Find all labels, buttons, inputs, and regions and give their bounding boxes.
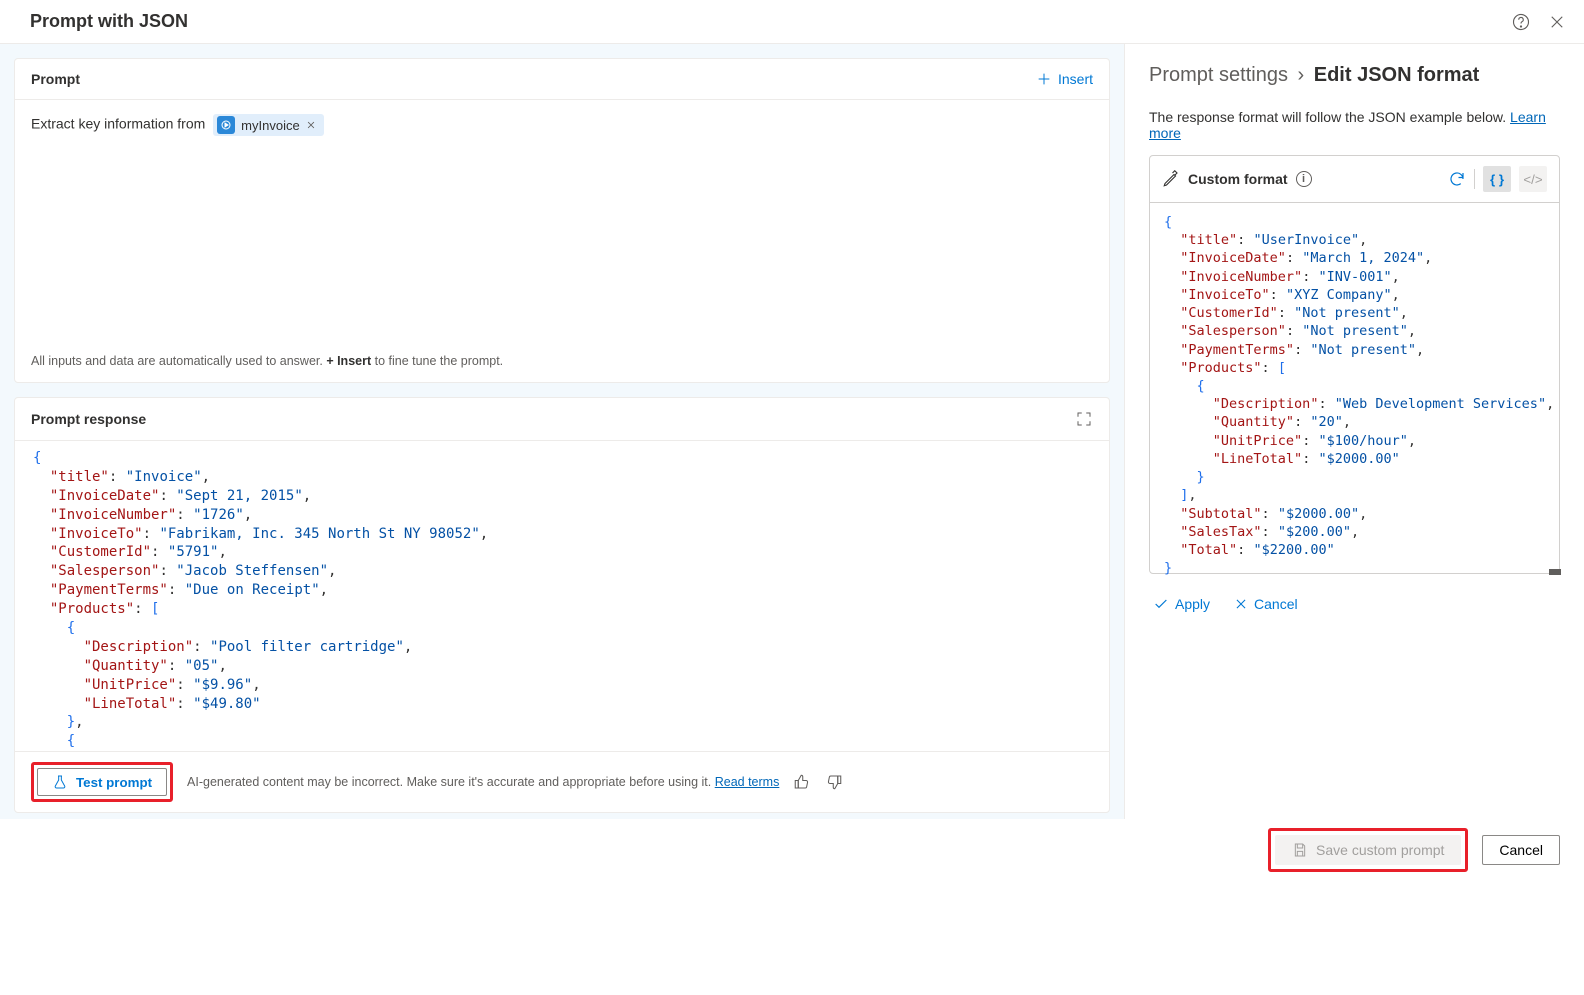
divider [1474, 169, 1475, 189]
save-custom-prompt-button[interactable]: Save custom prompt [1275, 835, 1461, 865]
prompt-card: Prompt Insert Extract key information fr… [14, 58, 1110, 383]
custom-format-card: Custom format i { } </> { "title": "User… [1149, 155, 1560, 574]
response-section-title: Prompt response [31, 411, 146, 427]
response-card: Prompt response { "title": "Invoice", "I… [14, 397, 1110, 813]
chip-remove-icon[interactable] [306, 118, 316, 133]
response-json-viewer[interactable]: { "title": "Invoice", "InvoiceDate": "Se… [15, 440, 1109, 751]
x-icon [1234, 597, 1248, 611]
panel-description: The response format will follow the JSON… [1149, 109, 1560, 141]
page-title: Prompt with JSON [30, 11, 188, 32]
plus-icon [1036, 71, 1052, 87]
code-view-toggle[interactable]: </> [1519, 166, 1547, 192]
help-icon[interactable] [1512, 13, 1530, 31]
read-terms-link[interactable]: Read terms [715, 775, 780, 789]
footer-cancel-button[interactable]: Cancel [1482, 835, 1560, 865]
prompt-section-title: Prompt [31, 71, 80, 87]
thumbs-up-icon[interactable] [793, 773, 811, 791]
breadcrumb-current: Edit JSON format [1314, 64, 1480, 86]
apply-button[interactable]: Apply [1153, 596, 1210, 612]
ai-disclaimer: AI-generated content may be incorrect. M… [187, 775, 779, 789]
chevron-right-icon: › [1294, 64, 1309, 86]
document-icon [217, 116, 235, 134]
insert-hint: All inputs and data are automatically us… [15, 340, 1109, 382]
prompt-editor[interactable]: Extract key information from myInvoice [15, 100, 1109, 340]
json-view-toggle[interactable]: { } [1483, 166, 1511, 192]
insert-button[interactable]: Insert [1036, 71, 1093, 87]
test-prompt-label: Test prompt [76, 775, 152, 790]
undo-icon[interactable] [1448, 170, 1466, 188]
panel-cancel-button[interactable]: Cancel [1234, 596, 1298, 612]
test-prompt-highlight: Test prompt [31, 762, 173, 802]
resize-handle[interactable] [1549, 569, 1561, 575]
chip-label: myInvoice [241, 118, 300, 133]
breadcrumb-parent[interactable]: Prompt settings [1149, 64, 1288, 86]
breadcrumb: Prompt settings › Edit JSON format [1149, 64, 1560, 87]
save-highlight: Save custom prompt [1268, 828, 1468, 872]
test-prompt-button[interactable]: Test prompt [37, 768, 167, 796]
check-icon [1153, 596, 1169, 612]
custom-format-title: Custom format [1188, 171, 1288, 187]
insert-label: Insert [1058, 71, 1093, 87]
info-icon[interactable]: i [1296, 171, 1312, 187]
expand-icon[interactable] [1075, 410, 1093, 428]
save-icon [1292, 842, 1308, 858]
prompt-text: Extract key information from [31, 116, 205, 132]
custom-format-editor[interactable]: { "title": "UserInvoice", "InvoiceDate":… [1150, 203, 1559, 573]
pen-icon [1162, 170, 1180, 188]
thumbs-down-icon[interactable] [825, 773, 843, 791]
input-chip[interactable]: myInvoice [213, 114, 324, 136]
close-icon[interactable] [1548, 13, 1566, 31]
flask-icon [52, 774, 68, 790]
